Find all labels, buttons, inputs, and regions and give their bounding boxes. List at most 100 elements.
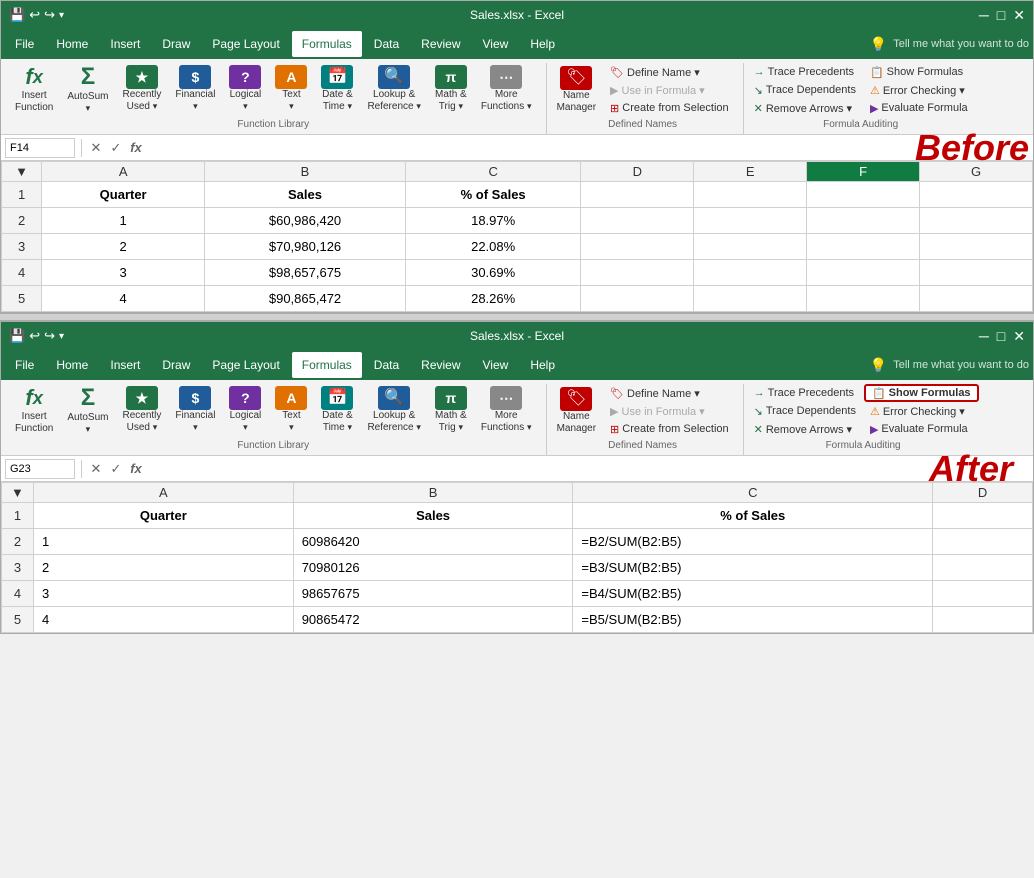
name-manager-btn[interactable]: 🏷 NameManager: [551, 64, 602, 116]
cell-a5-bottom[interactable]: 4: [33, 607, 293, 633]
cell-d3-top[interactable]: [581, 234, 694, 260]
menu-data-b[interactable]: Data: [364, 352, 409, 378]
col-g-top[interactable]: G: [920, 162, 1033, 182]
col-c-bottom[interactable]: C: [573, 483, 933, 503]
datetime-btn-b[interactable]: 📅 Date &Time ▾: [315, 384, 359, 436]
financial-btn-b[interactable]: $ Financial▾: [169, 384, 221, 436]
bottom-name-box[interactable]: G23: [5, 459, 75, 479]
close-btn[interactable]: ✕: [1013, 7, 1025, 24]
cell-e3-top[interactable]: [694, 234, 807, 260]
top-name-box[interactable]: F14: [5, 138, 75, 158]
formula-input-bottom[interactable]: [148, 459, 925, 479]
col-c-top[interactable]: C: [405, 162, 581, 182]
lookup-btn[interactable]: 🔍 Lookup &Reference ▾: [361, 63, 426, 115]
trace-dependents-btn[interactable]: ↘ Trace Dependents: [748, 81, 862, 99]
cell-a4-top[interactable]: 3: [42, 260, 205, 286]
cell-b4-bottom[interactable]: 98657675: [293, 581, 573, 607]
save-icon[interactable]: 💾: [9, 7, 25, 23]
cell-e2-top[interactable]: [694, 208, 807, 234]
maximize-btn[interactable]: □: [997, 7, 1005, 24]
menu-draw[interactable]: Draw: [152, 31, 200, 57]
menu-formulas-b[interactable]: Formulas: [292, 352, 362, 378]
cell-d1-bottom[interactable]: [933, 503, 1033, 529]
cell-c2-top[interactable]: 18.97%: [405, 208, 581, 234]
show-formulas-btn-b[interactable]: 📋 Show Formulas: [864, 384, 979, 402]
evaluate-formula-btn[interactable]: ▶ Evaluate Formula: [864, 99, 974, 117]
col-a-top[interactable]: A: [42, 162, 205, 182]
cell-a3-top[interactable]: 2: [42, 234, 205, 260]
cell-c4-bottom[interactable]: =B4/SUM(B2:B5): [573, 581, 933, 607]
trace-precedents-btn-b[interactable]: → Trace Precedents: [748, 384, 862, 402]
col-e-top[interactable]: E: [694, 162, 807, 182]
trace-precedents-btn[interactable]: → Trace Precedents: [748, 63, 862, 81]
cell-b2-bottom[interactable]: 60986420: [293, 529, 573, 555]
cell-g2-top[interactable]: [920, 208, 1033, 234]
minimize-btn-bottom[interactable]: ─: [979, 328, 989, 345]
cancel-icon[interactable]: ✕: [88, 140, 104, 156]
math-btn-b[interactable]: π Math &Trig ▾: [429, 384, 473, 436]
search-bar-b[interactable]: Tell me what you want to do: [893, 359, 1029, 371]
row-4-header-top[interactable]: 4: [2, 260, 42, 286]
insert-func-icon-b[interactable]: fx: [128, 461, 144, 476]
autosum-btn[interactable]: Σ AutoSum▾: [61, 63, 114, 115]
remove-arrows-btn-b[interactable]: ✕ Remove Arrows ▾: [748, 420, 862, 438]
cell-a2-top[interactable]: 1: [42, 208, 205, 234]
cell-a5-top[interactable]: 4: [42, 286, 205, 312]
close-btn-bottom[interactable]: ✕: [1013, 328, 1025, 345]
name-manager-btn-b[interactable]: 🏷 NameManager: [551, 385, 602, 437]
error-checking-btn-b[interactable]: ⚠ Error Checking ▾: [864, 402, 979, 420]
menu-review-b[interactable]: Review: [411, 352, 470, 378]
col-f-top[interactable]: F: [807, 162, 920, 182]
confirm-icon[interactable]: ✓: [108, 140, 124, 156]
row-3-header-top[interactable]: 3: [2, 234, 42, 260]
trace-dependents-btn-b[interactable]: ↘ Trace Dependents: [748, 402, 862, 420]
cell-b3-bottom[interactable]: 70980126: [293, 555, 573, 581]
menu-file[interactable]: File: [5, 31, 44, 57]
menu-formulas[interactable]: Formulas: [292, 31, 362, 57]
cell-b1-bottom[interactable]: Sales: [293, 503, 573, 529]
show-formulas-btn[interactable]: 📋 Show Formulas: [864, 63, 974, 81]
col-b-bottom[interactable]: B: [293, 483, 573, 503]
logical-btn[interactable]: ? Logical▾: [223, 63, 267, 115]
cell-f4-top[interactable]: [807, 260, 920, 286]
cell-c5-bottom[interactable]: =B5/SUM(B2:B5): [573, 607, 933, 633]
cell-f5-top[interactable]: [807, 286, 920, 312]
evaluate-formula-btn-b[interactable]: ▶ Evaluate Formula: [864, 420, 979, 438]
menu-review[interactable]: Review: [411, 31, 470, 57]
cell-b5-top[interactable]: $90,865,472: [205, 286, 406, 312]
row-4-header-bottom[interactable]: 4: [2, 581, 34, 607]
save-icon-bottom[interactable]: 💾: [9, 328, 25, 344]
remove-arrows-btn[interactable]: ✕ Remove Arrows ▾: [748, 99, 862, 117]
define-name-btn[interactable]: 🏷 Define Name ▾: [604, 63, 735, 81]
cell-g1-top[interactable]: [920, 182, 1033, 208]
create-from-selection-btn[interactable]: ⊞ Create from Selection: [604, 99, 735, 117]
col-b-top[interactable]: B: [205, 162, 406, 182]
row-2-header-top[interactable]: 2: [2, 208, 42, 234]
cell-g3-top[interactable]: [920, 234, 1033, 260]
minimize-btn[interactable]: ─: [979, 7, 989, 24]
menu-view-b[interactable]: View: [473, 352, 519, 378]
use-in-formula-btn[interactable]: ▶ Use in Formula ▾: [604, 81, 735, 99]
cell-c5-top[interactable]: 28.26%: [405, 286, 581, 312]
search-bar[interactable]: Tell me what you want to do: [893, 38, 1029, 50]
cell-f3-top[interactable]: [807, 234, 920, 260]
menu-data[interactable]: Data: [364, 31, 409, 57]
cell-c1-bottom[interactable]: % of Sales: [573, 503, 933, 529]
row-5-header-top[interactable]: 5: [2, 286, 42, 312]
cell-e1-top[interactable]: [694, 182, 807, 208]
cell-e5-top[interactable]: [694, 286, 807, 312]
undo-icon-bottom[interactable]: ↩: [29, 328, 40, 344]
cell-d4-bottom[interactable]: [933, 581, 1033, 607]
menu-draw-b[interactable]: Draw: [152, 352, 200, 378]
row-1-header-bottom[interactable]: 1: [2, 503, 34, 529]
redo-icon-bottom[interactable]: ↪: [44, 328, 55, 344]
logical-btn-b[interactable]: ? Logical▾: [223, 384, 267, 436]
cell-d1-top[interactable]: [581, 182, 694, 208]
more-functions-btn[interactable]: ⋯ MoreFunctions ▾: [475, 63, 538, 115]
menu-file-b[interactable]: File: [5, 352, 44, 378]
insert-function-btn-b[interactable]: fx InsertFunction: [9, 384, 59, 436]
financial-btn[interactable]: $ Financial▾: [169, 63, 221, 115]
cell-c2-bottom[interactable]: =B2/SUM(B2:B5): [573, 529, 933, 555]
cell-c4-top[interactable]: 30.69%: [405, 260, 581, 286]
confirm-icon-b[interactable]: ✓: [108, 461, 124, 477]
